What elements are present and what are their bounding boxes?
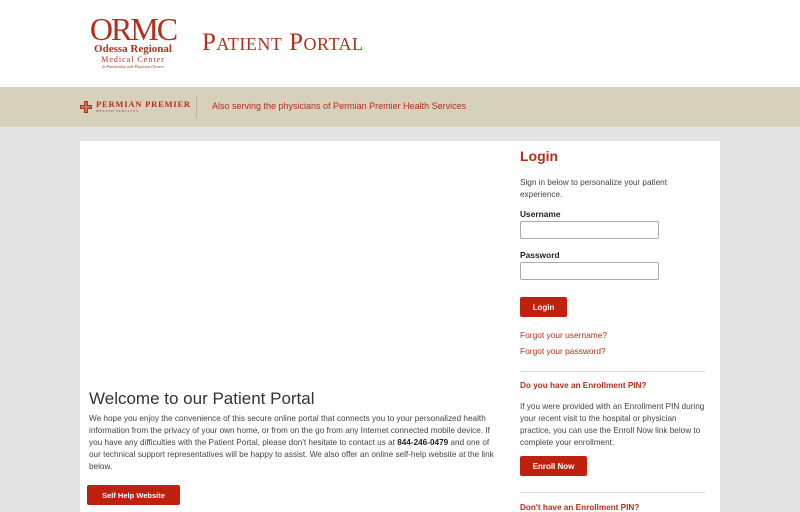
logo-name-line1: Odessa Regional [94, 43, 172, 55]
username-input[interactable] [520, 221, 659, 239]
forgot-password-link[interactable]: Forgot your password? [520, 346, 606, 356]
content-card: Welcome to our Patient Portal We hope yo… [80, 141, 720, 512]
divider [520, 492, 706, 493]
logo-mark: ORMC [89, 11, 178, 47]
welcome-text: We hope you enjoy the convenience of thi… [89, 413, 499, 473]
support-phone: 844-246-0479 [397, 438, 449, 447]
login-intro: Sign in below to personalize your patien… [520, 178, 668, 199]
divider [520, 371, 706, 372]
enrollment-text: If you were provided with an Enrollment … [520, 402, 705, 447]
page-title: Patient Portal [202, 29, 364, 56]
band-divider [196, 96, 197, 118]
login-button[interactable]: Login [520, 297, 567, 317]
cross-icon [80, 101, 92, 113]
enroll-now-button[interactable]: Enroll Now [520, 456, 587, 476]
forgot-username-link[interactable]: Forgot your username? [520, 330, 607, 340]
logo-tagline: In Partnership with Physician Owners [102, 64, 164, 69]
enrollment-heading: Do you have an Enrollment PIN? [520, 381, 647, 390]
partner-message: Also serving the physicians of Permian P… [212, 101, 467, 111]
ormc-logo[interactable]: ORMC Odessa Regional Medical Center In P… [88, 11, 178, 72]
partner-name: PERMIAN PREMIER [96, 99, 191, 109]
permian-premier-logo: PERMIAN PREMIER HEALTH SERVICES [80, 97, 191, 117]
welcome-title: Welcome to our Patient Portal [89, 389, 315, 408]
password-input[interactable] [520, 262, 659, 280]
password-label: Password [520, 250, 560, 260]
self-help-button[interactable]: Self Help Website [87, 485, 180, 505]
partner-band: PERMIAN PREMIER HEALTH SERVICES Also ser… [0, 87, 800, 127]
no-pin-heading: Don't have an Enrollment PIN? [520, 503, 640, 512]
username-label: Username [520, 209, 561, 219]
partner-subtitle: HEALTH SERVICES [96, 109, 139, 113]
login-title: Login [520, 148, 559, 164]
logo-name-line2: Medical Center [101, 55, 165, 64]
site-header: ORMC Odessa Regional Medical Center In P… [0, 0, 800, 87]
